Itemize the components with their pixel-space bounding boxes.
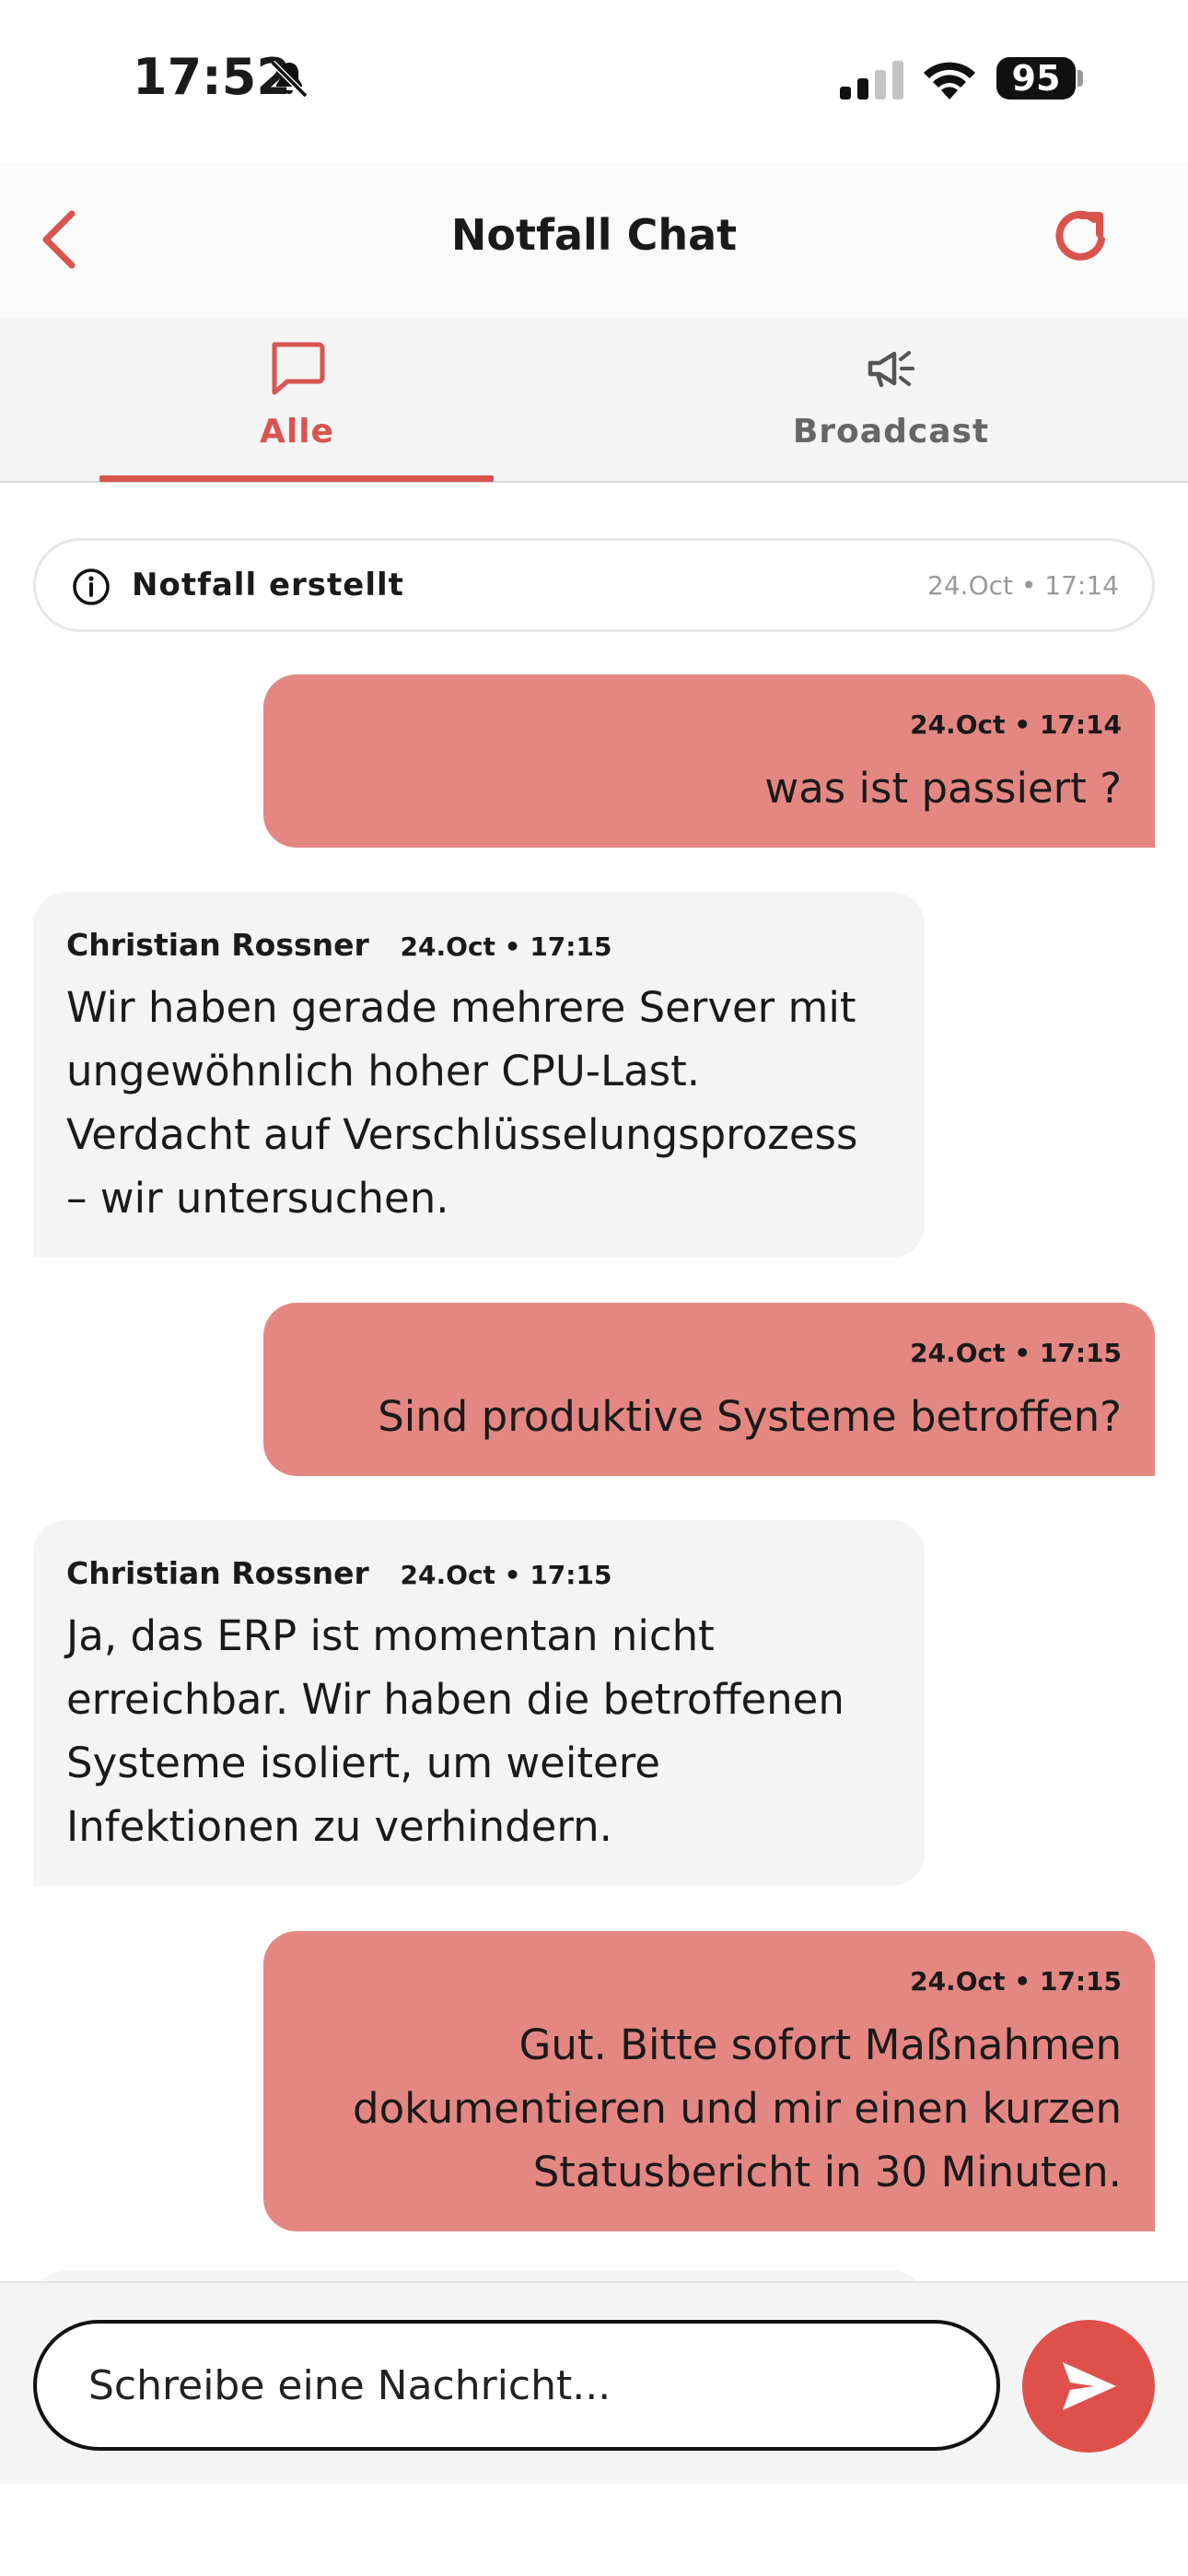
message-time: 24.Oct • 17:15 — [400, 1560, 612, 1590]
message-text: Gut. Bitte sofort Maßnahmen dokumentiere… — [353, 2020, 1122, 2196]
cellular-signal-icon — [840, 61, 903, 100]
active-tab-indicator — [99, 475, 494, 482]
message-time: 24.Oct • 17:14 — [910, 709, 1122, 740]
info-icon — [73, 568, 110, 605]
header: Notfall Chat — [0, 162, 1188, 317]
system-message-time: 24.Oct • 17:14 — [927, 570, 1119, 601]
message-composer — [0, 2281, 1188, 2484]
message-input[interactable] — [33, 2320, 1000, 2451]
outgoing-message[interactable]: 24.Oct • 17:14 was ist passiert ? — [263, 674, 1155, 848]
tab-alle[interactable]: Alle — [0, 317, 594, 483]
send-button[interactable] — [1022, 2320, 1155, 2453]
refresh-icon[interactable] — [1048, 203, 1114, 269]
system-message: Notfall erstellt 24.Oct • 17:14 — [33, 538, 1155, 632]
tab-bar: Alle Broadcast — [0, 317, 1188, 483]
battery-tip — [1077, 70, 1083, 87]
outgoing-message[interactable]: 24.Oct • 17:15 Gut. Bitte sofort Maßnahm… — [263, 1931, 1155, 2231]
message-text: was ist passiert ? — [764, 764, 1122, 813]
partially-visible-message — [33, 2270, 925, 2281]
battery-indicator: 95 — [996, 57, 1076, 100]
megaphone-icon — [868, 351, 914, 388]
message-sender: Christian Rossner — [66, 1555, 369, 1591]
home-indicator-area — [0, 2484, 1188, 2576]
send-icon — [1063, 2362, 1116, 2410]
chat-message-list[interactable]: Notfall erstellt 24.Oct • 17:14 24.Oct •… — [0, 485, 1188, 2281]
message-meta: Christian Rossner 24.Oct • 17:15 — [66, 1555, 891, 1591]
incoming-message[interactable]: Christian Rossner 24.Oct • 17:15 Ja, das… — [33, 1520, 925, 1886]
chat-bubble-icon — [272, 342, 325, 395]
message-text: Sind produktive Systeme betroffen? — [378, 1392, 1122, 1441]
tab-label: Alle — [260, 413, 334, 451]
message-time: 24.Oct • 17:15 — [910, 1966, 1122, 1996]
message-text: Wir haben gerade mehrere Server mit unge… — [66, 983, 858, 1223]
bell-slash-icon — [270, 60, 309, 99]
status-bar: 17:52 95 — [0, 0, 1188, 162]
page-title: Notfall Chat — [450, 210, 738, 260]
tab-broadcast[interactable]: Broadcast — [594, 317, 1188, 483]
message-meta: Christian Rossner 24.Oct • 17:15 — [66, 927, 891, 963]
wifi-icon — [924, 62, 975, 100]
message-sender: Christian Rossner — [66, 927, 369, 963]
message-time: 24.Oct • 17:15 — [400, 931, 612, 962]
message-time: 24.Oct • 17:15 — [910, 1338, 1122, 1368]
tab-label: Broadcast — [792, 413, 990, 451]
outgoing-message[interactable]: 24.Oct • 17:15 Sind produktive Systeme b… — [263, 1303, 1155, 1476]
system-message-text: Notfall erstellt — [132, 567, 404, 603]
message-text: Ja, das ERP ist momentan nicht erreichba… — [66, 1611, 844, 1851]
incoming-message[interactable]: Christian Rossner 24.Oct • 17:15 Wir hab… — [33, 892, 925, 1258]
